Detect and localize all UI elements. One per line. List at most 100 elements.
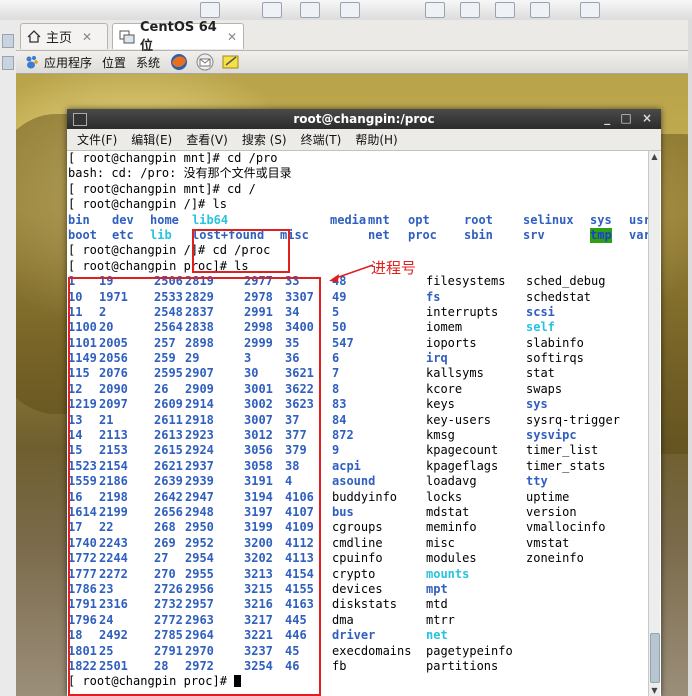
pid-entry: 5 [332,304,340,319]
proc-entry: locks [426,489,463,504]
menu-applications[interactable]: 应用程序 [44,54,92,71]
proc-entry: devices [332,581,383,596]
ls-entry: selinux [523,212,574,227]
proc-entry: timer_stats [526,458,606,473]
pid-entry: 83 [332,397,347,412]
proc-entry: kcore [426,381,463,396]
scroll-up-icon[interactable]: ▲ [649,151,660,162]
pid-entry: 49 [332,289,347,304]
proc-entry: schedstat [526,289,592,304]
tab-centos[interactable]: CentOS 64 位 ✕ [112,20,244,54]
proc-entry: iomem [426,320,463,335]
ls-entry: opt [408,212,430,227]
toolbar-icon[interactable] [495,2,515,18]
proc-entry: driver [332,628,376,643]
pid-entry: 7 [332,366,340,381]
pid-entry: 9 [332,443,340,458]
highlight-box-pids [68,277,321,696]
ls-entry: sbin [464,227,493,242]
ls-entry: root [464,212,493,227]
menu-edit[interactable]: 编辑(E) [131,131,172,148]
proc-entry: keys [426,397,455,412]
proc-entry: cmdline [332,535,383,550]
vm-icon [119,30,135,44]
proc-entry: asound [332,474,376,489]
terminal-line: [ root@changpin /]# ls [68,197,227,212]
ls-entry: bin [68,212,90,227]
scrollbar-thumb[interactable] [650,633,660,683]
proc-entry: bus [332,504,354,519]
proc-entry: stat [526,366,555,381]
proc-entry: softirqs [526,351,584,366]
ls-entry: home [150,212,179,227]
window-controls[interactable]: _ □ × [604,111,655,125]
menu-places[interactable]: 位置 [102,54,126,71]
toolbar-icon[interactable] [580,2,600,18]
pid-entry: 84 [332,412,347,427]
toolbar-icon[interactable] [530,2,550,18]
proc-entry: pagetypeinfo [426,643,513,658]
mail-icon[interactable] [196,53,214,71]
proc-entry: slabinfo [526,335,584,350]
proc-entry: mpt [426,581,448,596]
toolbar-icon[interactable] [200,2,220,18]
menu-file[interactable]: 文件(F) [77,131,117,148]
proc-entry: buddyinfo [332,489,398,504]
proc-entry: sysrq-trigger [526,412,620,427]
proc-entry: zoneinfo [526,551,584,566]
host-right-edge [688,20,692,696]
notes-icon[interactable] [222,54,240,70]
pid-entry: 50 [332,320,347,335]
terminal-line: [ root@changpin mnt]# cd /pro [68,151,278,165]
proc-entry: interrupts [426,304,499,319]
tab-home[interactable]: 主页 ✕ [20,23,108,49]
ls-entry: net [368,227,390,242]
proc-entry: dma [332,612,354,627]
menu-help[interactable]: 帮助(H) [355,131,397,148]
toolbar-icon[interactable] [300,2,320,18]
proc-entry: key-users [426,412,492,427]
ls-entry: tmp [590,227,612,244]
ls-entry: etc [112,227,134,242]
proc-entry: cpuinfo [332,551,383,566]
toolbar-icon[interactable] [425,2,445,18]
proc-entry: net [426,628,448,643]
menu-system[interactable]: 系统 [136,54,160,71]
menu-terminal[interactable]: 终端(T) [301,131,342,148]
proc-entry: mdstat [426,504,470,519]
proc-entry: filesystems [426,274,506,289]
terminal-line: [ root@changpin /]# cd /proc [68,243,271,258]
proc-entry: kpageflags [426,458,499,473]
pid-entry: 6 [332,351,340,366]
proc-entry: fb [332,658,347,673]
scrollbar[interactable]: ▲ ▼ [648,151,660,696]
sidebar-marker[interactable] [2,34,14,48]
ls-output-row: boot etc lib lost+found misc net proc sbin srv tm… [68,227,648,244]
terminal-titlebar[interactable]: root@changpin:/proc _ □ × [67,109,661,129]
proc-entry: sched_debug [526,274,606,289]
proc-entry: kmsg [426,428,455,443]
tab-centos-label: CentOS 64 位 [140,19,217,54]
firefox-icon[interactable] [170,53,188,71]
sidebar-marker[interactable] [2,56,14,70]
toolbar-icon[interactable] [340,2,360,18]
ls-entry: sys [590,212,612,227]
close-icon[interactable]: ✕ [227,30,237,44]
proc-entry: cgroups [332,520,383,535]
proc-entry: modules [426,551,477,566]
ls-entry: var [629,227,648,242]
proc-entry: sys [526,397,548,412]
proc-entry: tty [526,474,548,489]
menu-search[interactable]: 搜索 (S) [242,131,287,148]
highlight-box-cd-proc [192,229,290,273]
menu-view[interactable]: 查看(V) [186,131,228,148]
ls-entry: boot [68,227,97,242]
terminal-window: root@changpin:/proc _ □ × 文件(F) 编辑(E) 查看… [67,109,661,696]
close-icon[interactable]: ✕ [82,30,92,44]
proc-entry: fs [426,289,441,304]
toolbar-icon[interactable] [460,2,480,18]
gnome-foot-icon[interactable] [24,54,40,70]
window-title: root@changpin:/proc [293,112,435,126]
scroll-down-icon[interactable]: ▼ [649,685,660,696]
toolbar-icon[interactable] [262,2,282,18]
